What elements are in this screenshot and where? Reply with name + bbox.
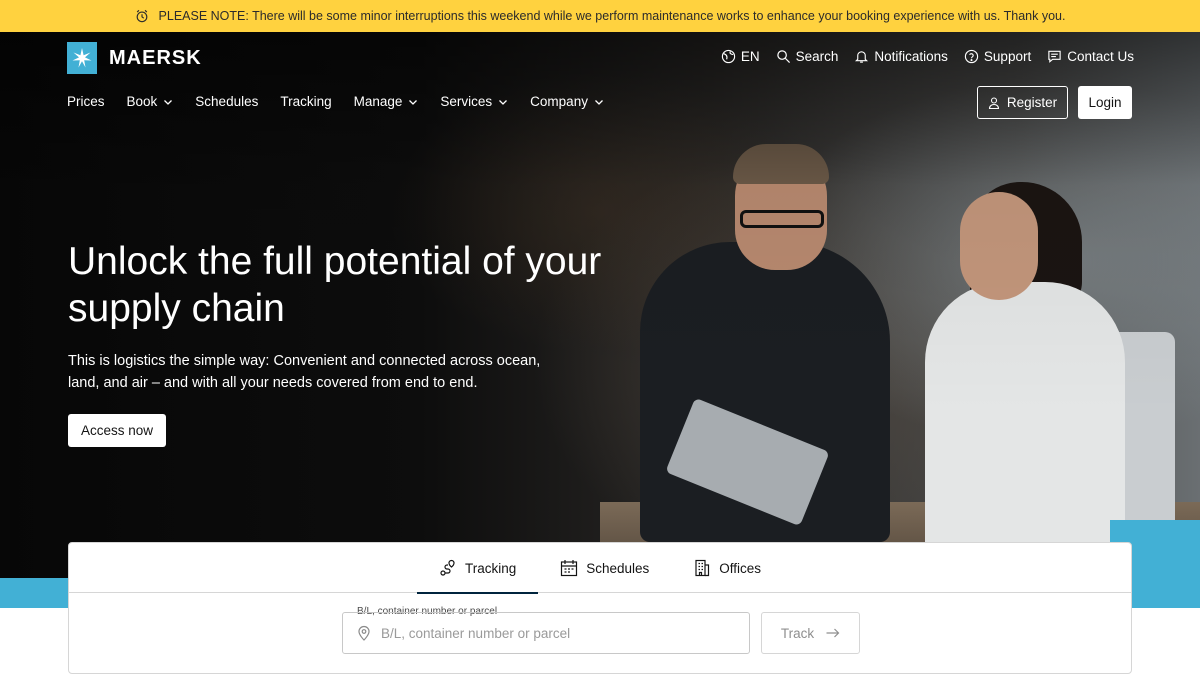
building-icon [695,559,710,577]
nav-item-book[interactable]: Book [127,94,174,109]
arrow-right-icon [826,628,840,638]
nav-label: Schedules [195,94,259,109]
contact-link[interactable]: Contact Us [1047,49,1134,64]
route-pin-icon [440,559,455,576]
maintenance-text: PLEASE NOTE: There will be some minor in… [158,9,1066,23]
search-label: Search [795,49,839,64]
tab-offices[interactable]: Offices [671,543,783,593]
help-icon [964,49,979,64]
register-label: Register [1006,95,1058,110]
tracking-field[interactable] [342,612,750,654]
tab-label: Offices [719,560,762,576]
nav-item-manage[interactable]: Manage [354,94,419,109]
maersk-logo[interactable]: MAERSK [67,42,202,74]
login-label: Login [1088,95,1122,110]
tab-schedules[interactable]: Schedules [538,543,671,593]
nav-item-schedules[interactable]: Schedules [195,94,258,109]
nav-label: Tracking [280,94,332,109]
language-selector[interactable]: EN [721,49,760,64]
panel-tabs: Tracking Schedules Offices [69,543,1131,594]
contact-label: Contact Us [1067,49,1134,64]
notifications-link[interactable]: Notifications [854,49,948,64]
hero-subtitle: This is logistics the simple way: Conven… [68,353,541,391]
nav-label: Prices [67,94,105,109]
search-icon [776,50,790,64]
search-link[interactable]: Search [776,49,839,64]
chevron-down-icon [499,99,508,105]
login-button[interactable]: Login [1078,86,1132,119]
nav-item-prices[interactable]: Prices [67,94,105,109]
language-label: EN [740,49,760,64]
chat-icon [1048,50,1061,63]
chevron-down-icon [164,99,173,105]
track-button[interactable]: Track [761,612,860,654]
calendar-icon [561,560,578,577]
bell-icon [855,51,869,63]
support-label: Support [983,49,1032,64]
nav-item-company[interactable]: Company [530,94,604,109]
nav-label: Company [530,94,588,109]
nav-item-services[interactable]: Services [440,94,508,109]
tab-tracking[interactable]: Tracking [416,543,539,594]
chevron-down-icon [594,99,603,105]
utility-nav: EN Search Notifications Support Contact … [721,49,1134,64]
globe-icon [721,49,735,64]
location-pin-icon [358,625,370,641]
nav-item-tracking[interactable]: Tracking [280,94,331,109]
notifications-label: Notifications [874,49,948,64]
hero-title: Unlock the full potential of your supply… [68,240,602,330]
user-icon [988,96,999,109]
tracking-panel: Tracking Schedules Offices B/L, containe… [68,542,1132,674]
access-now-label: Access now [80,423,154,438]
nav-label: Services [440,94,493,109]
brand-name: MAERSK [109,46,202,69]
tracking-input[interactable] [381,625,721,641]
track-label: Track [780,625,815,641]
nav-label: Manage [353,94,403,109]
tab-label: Tracking [464,560,517,576]
chevron-down-icon [409,99,418,105]
nav-label: Book [126,94,158,109]
main-nav: Prices Book Schedules Tracking Manage Se… [67,94,604,109]
register-button[interactable]: Register [977,86,1068,119]
star-icon [67,42,97,74]
maintenance-banner: PLEASE NOTE: There will be some minor in… [0,0,1200,32]
access-now-button[interactable]: Access now [68,414,166,447]
support-link[interactable]: Support [964,49,1031,64]
alarm-clock-icon [136,9,147,23]
tab-label: Schedules [586,560,650,576]
